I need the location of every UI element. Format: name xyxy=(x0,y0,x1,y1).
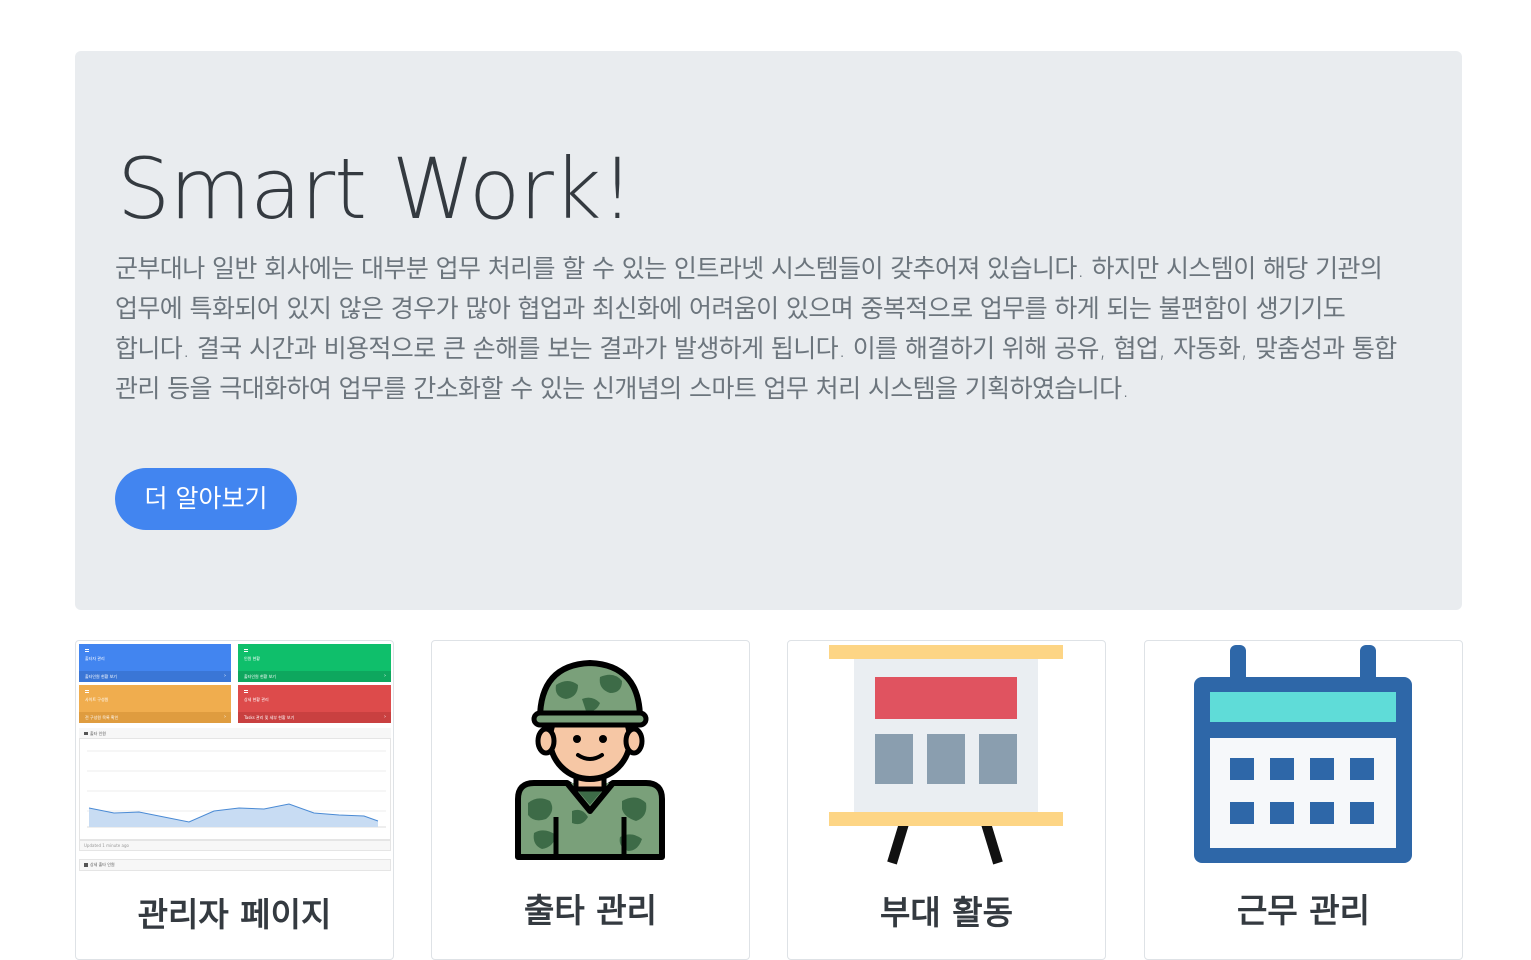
card-title-duty: 근무 관리 xyxy=(1237,891,1370,930)
thumb-area-chart xyxy=(87,750,386,828)
thumb-box-status: 인원 현황 출타인원 현황 보기 › xyxy=(238,644,391,682)
calendar-icon xyxy=(1194,645,1412,863)
admin-dashboard-thumbnail: 출타자 관리 출타인원 현황 보기 › 인원 현황 출타인원 현황 보기 › 사… xyxy=(76,641,393,871)
hero-description: 군부대나 일반 회사에는 대부분 업무 처리를 할 수 있는 인트라넷 시스템들… xyxy=(115,254,1397,403)
hero-title: Smart Work! xyxy=(117,140,634,238)
thumb-box-members: 사이트 구성원 전 구성원 목록 확인 › xyxy=(79,685,231,723)
card-admin-page[interactable]: 출타자 관리 출타인원 현황 보기 › 인원 현황 출타인원 현황 보기 › 사… xyxy=(75,640,394,960)
thumb-box-details: 상세 현황 관리 Tasks 관리 및 세부 현황 보기 › xyxy=(238,685,391,723)
thumb-table-label: 상세 출타 인원 xyxy=(90,862,115,867)
card-title-activities: 부대 활동 xyxy=(880,893,1013,932)
card-title-outing: 출타 관리 xyxy=(524,891,657,930)
card-outing-management[interactable]: 출타 관리 xyxy=(431,640,750,960)
learn-more-button[interactable]: 더 알아보기 xyxy=(115,468,297,530)
card-unit-activities[interactable]: 부대 활동 xyxy=(787,640,1106,960)
thumb-updated-note: Updated 1 minute ago xyxy=(84,843,129,848)
presentation-board-icon xyxy=(829,645,1063,865)
card-title-admin: 관리자 페이지 xyxy=(137,895,332,934)
hero-section: Smart Work! 군부대나 일반 회사에는 대부분 업무 처리를 할 수 … xyxy=(75,51,1462,610)
soldier-icon xyxy=(515,660,665,860)
thumb-chart-label: 출타 인원 xyxy=(90,731,106,736)
thumb-box-outing: 출타자 관리 출타인원 현황 보기 › xyxy=(79,644,231,682)
card-duty-management[interactable]: 근무 관리 xyxy=(1144,640,1463,960)
